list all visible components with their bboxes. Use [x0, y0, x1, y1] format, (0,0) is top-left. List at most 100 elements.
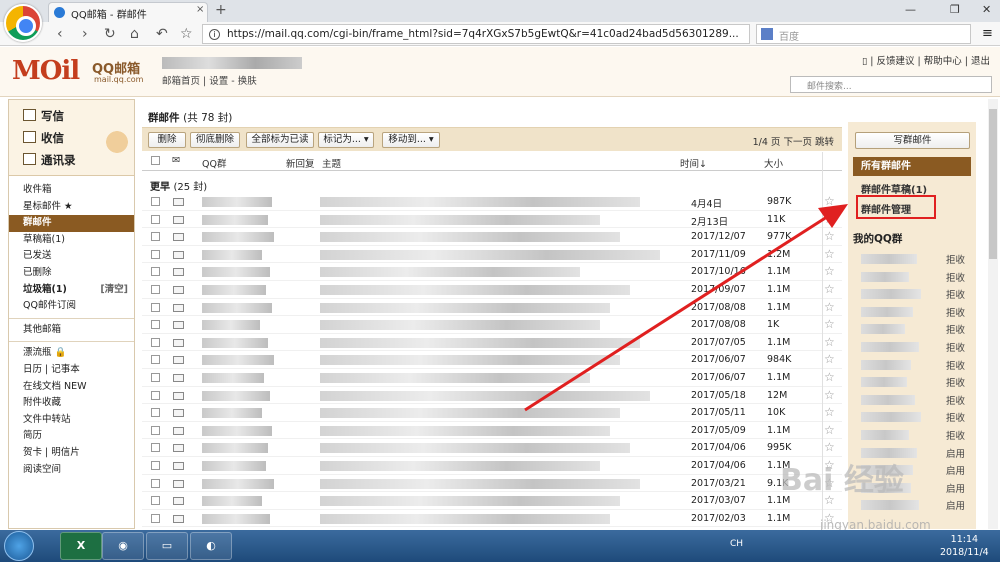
taskbar-excel[interactable]: X — [60, 532, 102, 560]
maximize-button[interactable]: ❐ — [950, 3, 960, 16]
link-home[interactable]: 邮箱首页 — [162, 76, 200, 87]
sidebar-folder[interactable]: 附件收藏 — [9, 395, 134, 412]
table-row[interactable]: 2017/07/05 1.1M ☆ — [142, 334, 842, 352]
table-row[interactable]: 2017/11/09 1.2M ☆ — [142, 246, 842, 264]
receive-button[interactable]: 收信 — [23, 130, 64, 146]
sidebar-folder[interactable]: 贺卡 | 明信片 — [9, 445, 134, 462]
group-toggle-link[interactable]: 拒收 — [946, 375, 965, 389]
star-icon[interactable]: ☆ — [824, 264, 835, 278]
group-toggle-link[interactable]: 拒收 — [946, 305, 965, 319]
group-toggle-link[interactable]: 拒收 — [946, 270, 965, 284]
sidebar-folder[interactable]: 在线文档 NEW — [9, 379, 134, 396]
qq-group-item[interactable]: 拒收 — [853, 250, 971, 268]
qq-group-item[interactable]: 启用 — [853, 496, 971, 514]
star-icon[interactable]: ☆ — [824, 388, 835, 402]
star-icon[interactable]: ☆ — [824, 194, 835, 208]
site-info-icon[interactable]: i — [209, 29, 220, 40]
star-icon[interactable]: ☆ — [824, 212, 835, 226]
star-icon[interactable]: ☆ — [824, 247, 835, 261]
qq-group-item[interactable]: 拒收 — [853, 356, 971, 374]
star-icon[interactable]: ☆ — [824, 300, 835, 314]
row-checkbox[interactable] — [151, 302, 160, 312]
row-checkbox[interactable] — [151, 267, 160, 277]
group-toggle-link[interactable]: 拒收 — [946, 340, 965, 354]
link-feedback[interactable]: 反馈建议 — [876, 56, 914, 67]
col-qq-group[interactable]: QQ群 — [202, 156, 226, 170]
forward-icon[interactable]: › — [82, 26, 88, 42]
star-icon[interactable]: ☆ — [824, 405, 835, 419]
row-checkbox[interactable] — [151, 390, 160, 400]
qq-group-item[interactable]: 拒收 — [853, 391, 971, 409]
write-group-mail-button[interactable]: 写群邮件 — [855, 132, 970, 149]
all-group-mail-link[interactable]: 所有群邮件 — [853, 157, 971, 176]
table-row[interactable]: 2017/06/07 984K ☆ — [142, 351, 842, 369]
table-row[interactable]: 2017/09/07 1.1M ☆ — [142, 281, 842, 299]
star-icon[interactable]: ☆ — [824, 423, 835, 437]
table-row[interactable]: 2017/04/06 1.1M ☆ — [142, 457, 842, 475]
compose-button[interactable]: 写信 — [23, 108, 64, 124]
row-checkbox[interactable] — [151, 478, 160, 488]
row-checkbox[interactable] — [151, 496, 160, 506]
group-toggle-link[interactable]: 拒收 — [946, 410, 965, 424]
star-icon[interactable]: ☆ — [824, 458, 835, 472]
table-row[interactable]: 2017/02/03 1.1M ☆ — [142, 510, 842, 528]
delete-button[interactable]: 删除 — [148, 132, 186, 148]
address-bar[interactable]: i https://mail.qq.com/cgi-bin/frame_html… — [202, 24, 750, 44]
table-row[interactable]: 2017/06/07 1.1M ☆ — [142, 369, 842, 387]
tab-close-icon[interactable]: × — [196, 4, 204, 15]
col-size[interactable]: 大小 — [764, 156, 783, 170]
taskbar-explorer[interactable]: ▭ — [146, 532, 188, 560]
sidebar-folder[interactable]: 日历 | 记事本 — [9, 362, 134, 379]
table-row[interactable]: 2月13日 11K ☆ — [142, 211, 842, 229]
row-checkbox[interactable] — [151, 443, 160, 453]
table-row[interactable]: 2017/03/07 1.1M ☆ — [142, 492, 842, 510]
link-help[interactable]: 帮助中心 — [924, 56, 962, 67]
row-checkbox[interactable] — [151, 214, 160, 224]
sidebar-folder[interactable]: 其他邮箱 — [9, 322, 134, 339]
select-all-checkbox[interactable] — [151, 156, 160, 165]
link-settings[interactable]: 设置 — [209, 76, 228, 87]
next-page-link[interactable]: 下一页 — [783, 137, 812, 148]
group-toggle-link[interactable]: 拒收 — [946, 287, 965, 301]
qq-group-item[interactable]: 拒收 — [853, 338, 971, 356]
row-checkbox[interactable] — [151, 355, 160, 365]
qq-group-item[interactable]: 启用 — [853, 461, 971, 479]
group-drafts-link[interactable]: 群邮件草稿(1) — [861, 181, 927, 196]
table-row[interactable]: 2017/10/16 1.1M ☆ — [142, 263, 842, 281]
move-to-dropdown[interactable]: 移动到... ▾ — [382, 132, 440, 148]
empty-trash-link[interactable]: [清空] — [100, 282, 128, 299]
group-toggle-link[interactable]: 启用 — [946, 481, 965, 495]
qq-group-item[interactable]: 启用 — [853, 479, 971, 497]
sidebar-folder[interactable]: 已发送 — [9, 248, 134, 265]
row-checkbox[interactable] — [151, 284, 160, 294]
col-new-reply[interactable]: 新回复 — [286, 156, 315, 170]
row-checkbox[interactable] — [151, 460, 160, 470]
qq-group-item[interactable]: 拒收 — [853, 320, 971, 338]
delete-permanently-button[interactable]: 彻底删除 — [190, 132, 240, 148]
sidebar-folder[interactable]: 收件箱 — [9, 182, 134, 199]
group-toggle-link[interactable]: 启用 — [946, 446, 965, 460]
sidebar-folder[interactable]: QQ邮件订阅 — [9, 298, 134, 315]
browser-search-input[interactable]: 百度 — [756, 24, 971, 44]
qq-group-item[interactable]: 拒收 — [853, 268, 971, 286]
group-toggle-link[interactable]: 拒收 — [946, 322, 965, 336]
browser-logo-icon[interactable] — [4, 4, 42, 42]
star-icon[interactable]: ☆ — [824, 511, 835, 525]
row-checkbox[interactable] — [151, 320, 160, 330]
row-checkbox[interactable] — [151, 232, 160, 242]
mark-as-dropdown[interactable]: 标记为... ▾ — [318, 132, 374, 148]
star-icon[interactable]: ☆ — [824, 440, 835, 454]
mail-search-input[interactable]: 邮件搜索... — [790, 76, 992, 93]
row-checkbox[interactable] — [151, 425, 160, 435]
qq-group-item[interactable]: 拒收 — [853, 373, 971, 391]
star-icon[interactable]: ☆ — [824, 282, 835, 296]
input-method-indicator[interactable]: CH — [730, 539, 743, 549]
new-tab-button[interactable]: + — [215, 2, 227, 18]
row-checkbox[interactable] — [151, 408, 160, 418]
minimize-button[interactable]: — — [905, 3, 916, 16]
taskbar-chrome[interactable]: ◉ — [102, 532, 144, 560]
contacts-button[interactable]: 通讯录 — [23, 152, 76, 168]
row-checkbox[interactable] — [151, 372, 160, 382]
table-row[interactable]: 2017/08/08 1.1M ☆ — [142, 299, 842, 317]
home-icon[interactable]: ⌂ — [130, 26, 139, 42]
